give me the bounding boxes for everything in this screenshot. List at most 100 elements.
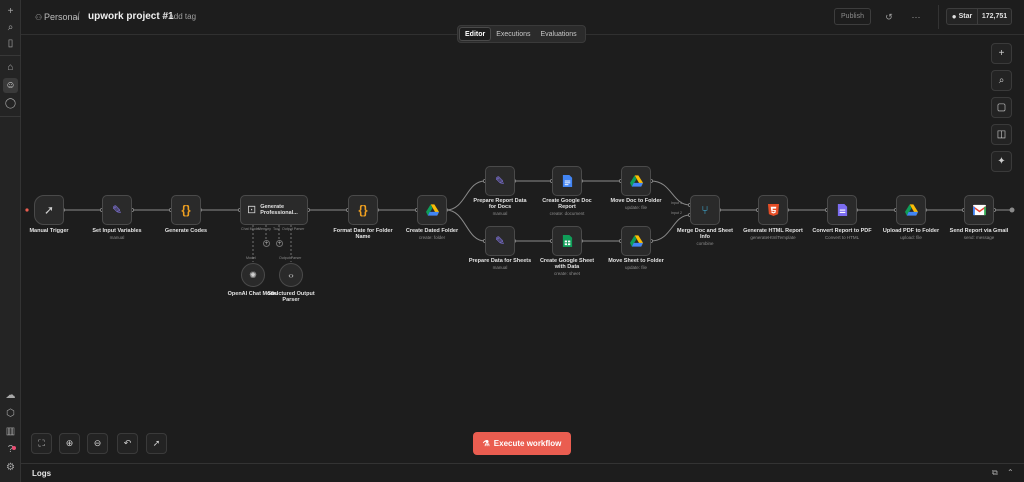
port-output-parser-label: Output Parser bbox=[279, 256, 302, 260]
add-memory-button[interactable]: + bbox=[263, 240, 270, 247]
node-manual-trigger[interactable]: ➚ bbox=[34, 195, 64, 225]
ai-assistant-button[interactable]: ✦ bbox=[991, 151, 1012, 172]
settings-gear-icon[interactable]: ⚙ bbox=[3, 460, 18, 475]
node-label: Merge Doc and Sheet Info bbox=[677, 228, 733, 240]
node-subtitle: send: message bbox=[963, 235, 995, 240]
node-label: Create Google Doc Report bbox=[542, 198, 592, 210]
execute-workflow-button[interactable]: ⚗ Execute workflow bbox=[473, 432, 571, 455]
fit-view-icon: ⛶ bbox=[38, 438, 45, 448]
templates-icon[interactable]: ⬡ bbox=[3, 406, 18, 421]
insights-icon[interactable]: ▥ bbox=[3, 424, 18, 439]
port-chat-model: Chat Model bbox=[241, 227, 260, 231]
merge-input-2-label: Input 2 bbox=[671, 211, 682, 215]
node-subtitle: update: file bbox=[624, 205, 648, 210]
view-tabs: Editor Executions Evaluations bbox=[457, 25, 586, 43]
add-tool-button[interactable]: + bbox=[276, 240, 283, 247]
add-tag-button[interactable]: + Add tag bbox=[162, 12, 196, 21]
cursor-icon: ➚ bbox=[43, 203, 55, 217]
node-generate-html[interactable] bbox=[758, 195, 788, 225]
tab-evaluations[interactable]: Evaluations bbox=[535, 27, 581, 41]
gmail-icon bbox=[972, 204, 986, 216]
breadcrumb-project[interactable]: Personal bbox=[44, 12, 80, 22]
logs-panel-bar[interactable]: Logs ⧉ ⌃ bbox=[21, 463, 1024, 482]
node-format-date[interactable]: {} bbox=[348, 195, 378, 225]
code-tag-icon: ‹› bbox=[288, 270, 294, 280]
node-subtitle: generateHtmlTemplate bbox=[750, 235, 796, 240]
popout-icon[interactable]: ⧉ bbox=[992, 468, 998, 478]
node-merge[interactable]: ⑂ bbox=[690, 195, 720, 225]
node-subtitle: create: folder bbox=[418, 235, 446, 240]
add-node-button[interactable]: + bbox=[991, 43, 1012, 64]
node-prepare-data-sheets[interactable]: ✎ bbox=[485, 226, 515, 256]
code-braces-icon: {} bbox=[181, 203, 191, 217]
cloud-icon[interactable]: ☁ bbox=[3, 388, 18, 403]
port-output-parser: Output Parser bbox=[282, 227, 305, 231]
github-star-widget[interactable]: ● Star 172,751 bbox=[946, 8, 1012, 25]
tab-executions[interactable]: Executions bbox=[491, 27, 535, 41]
chat-icon[interactable]: ◯ bbox=[3, 96, 18, 111]
fit-view-button[interactable]: ⛶ bbox=[31, 433, 52, 454]
node-prepare-report-docs[interactable]: ✎ bbox=[485, 166, 515, 196]
plus-icon[interactable]: + bbox=[3, 4, 18, 19]
zoom-out-button[interactable]: ⊖ bbox=[87, 433, 108, 454]
user-icon[interactable]: ☺ bbox=[3, 78, 18, 93]
user-small-icon: ⚇ bbox=[35, 13, 43, 22]
more-options-icon[interactable]: ··· bbox=[909, 10, 923, 24]
chevron-up-icon[interactable]: ⌃ bbox=[1007, 468, 1014, 477]
node-subtitle: create: sheet bbox=[553, 271, 580, 276]
node-label: Generate Codes bbox=[164, 228, 208, 234]
undo-button[interactable]: ↶ bbox=[117, 433, 138, 454]
panel-toggle-button[interactable]: ◫ bbox=[991, 124, 1012, 145]
node-generate-codes[interactable]: {} bbox=[171, 195, 201, 225]
github-star-label: Star bbox=[958, 13, 973, 20]
google-drive-icon bbox=[629, 175, 643, 187]
node-convert-pdf[interactable] bbox=[827, 195, 857, 225]
node-generate-professional[interactable]: ⊡ Generate Professional... bbox=[240, 195, 308, 225]
node-subtitle: manual bbox=[109, 235, 125, 240]
pencil-icon: ✎ bbox=[494, 174, 506, 188]
node-set-input-variables[interactable]: ✎ bbox=[102, 195, 132, 225]
node-subtitle: manual bbox=[492, 265, 508, 270]
notification-dot bbox=[12, 446, 16, 450]
tidy-up-button[interactable]: ➚ bbox=[146, 433, 167, 454]
node-upload-pdf[interactable] bbox=[896, 195, 926, 225]
google-drive-icon bbox=[629, 235, 643, 247]
node-label: Create Dated Folder bbox=[405, 228, 459, 234]
tab-editor[interactable]: Editor bbox=[459, 27, 492, 41]
code-braces-icon: {} bbox=[358, 203, 368, 217]
node-label: Move Doc to Folder bbox=[610, 198, 662, 204]
node-create-google-doc[interactable] bbox=[552, 166, 582, 196]
execute-workflow-label: Execute workflow bbox=[493, 439, 562, 448]
logs-title: Logs bbox=[32, 469, 52, 478]
n8n-workflow-editor: + ⌕ ▯ ⌂ ☺ ◯ ☁ ⬡ ▥ ? ⚙ ⚇ Personal / upwor… bbox=[0, 0, 1024, 482]
node-label: Convert Report to PDF bbox=[812, 228, 872, 234]
robot-icon: ⊡ bbox=[247, 203, 257, 216]
publish-button[interactable]: Publish bbox=[834, 8, 871, 25]
html5-icon bbox=[767, 204, 779, 216]
search-nodes-button[interactable]: ⌕ bbox=[991, 70, 1012, 91]
node-move-doc[interactable] bbox=[621, 166, 651, 196]
google-sheets-icon bbox=[562, 235, 572, 247]
pencil-icon: ✎ bbox=[494, 234, 506, 248]
zoom-in-button[interactable]: ⊕ bbox=[59, 433, 80, 454]
merge-input-1-label: Input 1 bbox=[671, 201, 682, 205]
node-send-gmail[interactable] bbox=[964, 195, 994, 225]
merge-icon: ⑂ bbox=[701, 203, 709, 217]
node-openai-chat-model[interactable]: ✺ bbox=[241, 263, 265, 287]
panel-toggle-icon[interactable]: ▯ bbox=[3, 36, 18, 51]
node-move-sheet[interactable] bbox=[621, 226, 651, 256]
help-icon[interactable]: ? bbox=[3, 442, 18, 457]
search-icon[interactable]: ⌕ bbox=[3, 20, 18, 35]
left-sidebar: + ⌕ ▯ ⌂ ☺ ◯ ☁ ⬡ ▥ ? ⚙ bbox=[0, 0, 21, 482]
history-icon[interactable]: ↺ bbox=[882, 10, 896, 24]
home-icon[interactable]: ⌂ bbox=[3, 60, 18, 75]
node-create-dated-folder[interactable] bbox=[417, 195, 447, 225]
node-label: Move Sheet to Folder bbox=[608, 258, 664, 264]
node-structured-output-parser[interactable]: ‹› bbox=[279, 263, 303, 287]
node-label: Set Input Variables bbox=[92, 228, 142, 234]
workflow-title[interactable]: upwork project #1 bbox=[88, 11, 174, 22]
sticky-note-button[interactable]: ▢ bbox=[991, 97, 1012, 118]
node-label: Format Date for Folder Name bbox=[333, 228, 393, 240]
node-create-google-sheet[interactable] bbox=[552, 226, 582, 256]
zoom-in-icon: ⊕ bbox=[65, 438, 74, 448]
